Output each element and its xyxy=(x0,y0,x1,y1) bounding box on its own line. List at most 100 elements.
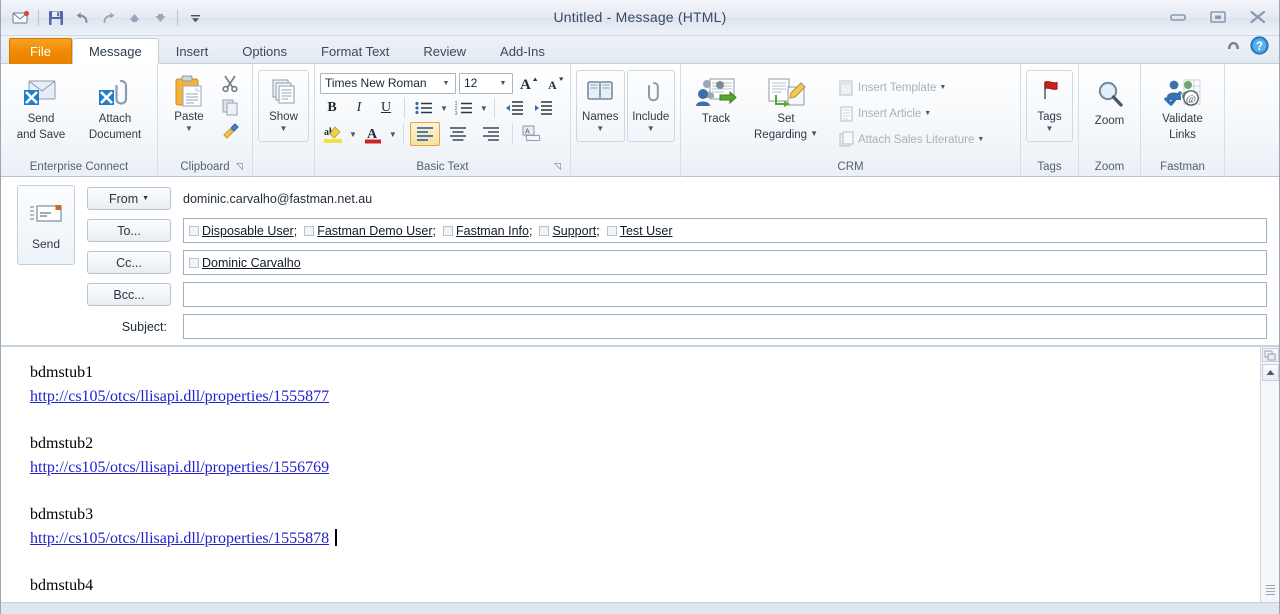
to-recipient-0[interactable]: Disposable User ; xyxy=(189,224,304,238)
numbering-button[interactable]: 123 xyxy=(451,97,477,119)
send-receive-icon[interactable] xyxy=(9,6,33,30)
undo-icon[interactable] xyxy=(70,6,94,30)
insert-article-item[interactable]: Insert Article ▼ xyxy=(834,103,988,124)
zoom-button[interactable]: Zoom xyxy=(1084,74,1135,129)
to-input[interactable]: Disposable User ; Fastman Demo User ; Fa… xyxy=(183,218,1267,243)
text-highlight-caret[interactable]: ▼ xyxy=(349,130,357,139)
cc-button[interactable]: Cc... xyxy=(87,251,171,274)
set-regarding-button[interactable]: Set Regarding ▼ xyxy=(748,72,824,143)
to-button[interactable]: To... xyxy=(87,219,171,242)
text-highlight-button[interactable]: ab xyxy=(320,123,346,145)
font-name-caret[interactable]: ▼ xyxy=(439,80,453,87)
format-painter-button[interactable] xyxy=(217,120,243,142)
include-button[interactable]: Include ▼ xyxy=(626,70,675,142)
next-item-icon[interactable] xyxy=(148,6,172,30)
clipboard-dialog-launcher[interactable]: ◹ xyxy=(234,161,245,172)
attach-sales-literature-item[interactable]: Attach Sales Literature ▼ xyxy=(834,129,988,150)
presence-checkbox xyxy=(304,225,315,236)
insert-template-caret[interactable]: ▼ xyxy=(939,84,946,92)
scrollbar-track[interactable] xyxy=(1262,381,1279,582)
redo-icon[interactable] xyxy=(96,6,120,30)
body-link-2[interactable]: http://cs105/otcs/llisapi.dll/properties… xyxy=(30,530,329,547)
body-vertical-scrollbar[interactable] xyxy=(1260,347,1279,602)
scroll-grip[interactable] xyxy=(1262,582,1279,598)
bullets-caret[interactable]: ▼ xyxy=(440,104,448,113)
to-recipient-1[interactable]: Fastman Demo User ; xyxy=(304,224,443,238)
show-dropdown-caret[interactable]: ▼ xyxy=(280,125,288,133)
tab-options[interactable]: Options xyxy=(225,38,304,64)
bullets-button[interactable] xyxy=(411,97,437,119)
tab-file[interactable]: File xyxy=(9,38,72,64)
paste-dropdown-caret[interactable]: ▼ xyxy=(185,125,193,133)
insert-article-caret[interactable]: ▼ xyxy=(924,110,931,118)
italic-button[interactable]: I xyxy=(347,97,371,119)
track-button[interactable]: Track xyxy=(686,72,746,127)
names-caret[interactable]: ▼ xyxy=(596,125,604,133)
customize-qat-icon[interactable] xyxy=(183,6,207,30)
tab-add-ins[interactable]: Add-Ins xyxy=(483,38,562,64)
to-separator-2: ; xyxy=(528,223,533,238)
cut-button[interactable] xyxy=(217,72,243,94)
scroll-up-button[interactable] xyxy=(1261,364,1279,381)
to-recipient-4[interactable]: Test User xyxy=(606,224,673,238)
tags-caret[interactable]: ▼ xyxy=(1046,125,1054,133)
to-recipient-2[interactable]: Fastman Info ; xyxy=(443,224,539,238)
bcc-input[interactable] xyxy=(183,282,1267,307)
font-color-caret[interactable]: ▼ xyxy=(389,130,397,139)
decrease-indent-button[interactable] xyxy=(501,97,527,119)
cc-recipient-0[interactable]: Dominic Carvalho xyxy=(189,256,301,270)
subject-input[interactable] xyxy=(183,314,1267,339)
font-color-button[interactable]: A xyxy=(360,123,386,145)
clear-formatting-button[interactable]: A xyxy=(519,123,545,145)
send-and-save-button[interactable]: Send and Save xyxy=(6,72,76,143)
minimize-button[interactable] xyxy=(1163,6,1193,28)
bcc-button[interactable]: Bcc... xyxy=(87,283,171,306)
close-button[interactable] xyxy=(1243,6,1273,28)
message-body-area[interactable]: bdmstub1 http://cs105/otcs/llisapi.dll/p… xyxy=(1,346,1279,603)
grow-font-button[interactable]: A xyxy=(516,72,540,94)
increase-indent-button[interactable] xyxy=(530,97,556,119)
underline-button[interactable]: U xyxy=(374,97,398,119)
message-body-content[interactable]: bdmstub1 http://cs105/otcs/llisapi.dll/p… xyxy=(30,361,1279,598)
previous-item-icon[interactable] xyxy=(122,6,146,30)
numbering-caret[interactable]: ▼ xyxy=(480,104,488,113)
bcc-row: Bcc... xyxy=(87,281,1267,308)
tab-insert[interactable]: Insert xyxy=(159,38,226,64)
save-icon[interactable] xyxy=(44,6,68,30)
paste-button[interactable]: Paste ▼ xyxy=(163,70,215,134)
font-name-combo[interactable]: Times New Roman ▼ xyxy=(320,72,456,94)
bold-button[interactable]: B xyxy=(320,97,344,119)
include-caret[interactable]: ▼ xyxy=(647,125,655,133)
font-size-caret[interactable]: ▼ xyxy=(496,80,510,87)
attach-document-label-2: Document xyxy=(88,129,142,141)
font-size-combo[interactable]: 12 ▼ xyxy=(459,72,513,94)
insert-template-item[interactable]: Insert Template ▼ xyxy=(834,77,988,98)
validate-links-button[interactable]: @ Validate Links xyxy=(1147,72,1219,143)
restore-button[interactable] xyxy=(1203,6,1233,28)
copy-button[interactable] xyxy=(217,96,243,118)
tab-review[interactable]: Review xyxy=(406,38,483,64)
from-button[interactable]: From ▼ xyxy=(87,187,171,210)
set-regarding-caret[interactable]: ▼ xyxy=(810,130,818,138)
help-icon[interactable]: ? xyxy=(1250,36,1269,60)
body-link-0[interactable]: http://cs105/otcs/llisapi.dll/properties… xyxy=(30,388,329,405)
attach-sales-literature-caret[interactable]: ▼ xyxy=(977,136,984,144)
align-right-button[interactable] xyxy=(476,122,506,146)
tags-button[interactable]: Tags ▼ xyxy=(1026,70,1073,142)
split-window-handle[interactable] xyxy=(1261,348,1279,362)
from-caret[interactable]: ▼ xyxy=(142,195,149,202)
tab-message[interactable]: Message xyxy=(71,38,159,64)
cc-input[interactable]: Dominic Carvalho xyxy=(183,250,1267,275)
shrink-font-button[interactable]: A xyxy=(543,72,567,94)
to-recipient-3[interactable]: Support ; xyxy=(539,224,606,238)
send-button[interactable]: Send xyxy=(17,185,75,265)
collapse-ribbon-icon[interactable] xyxy=(1225,38,1242,59)
show-button[interactable]: Show ▼ xyxy=(258,70,309,142)
attach-document-button[interactable]: Attach Document xyxy=(78,72,152,143)
basic-text-dialog-launcher[interactable]: ◹ xyxy=(552,161,563,172)
tab-format-text[interactable]: Format Text xyxy=(304,38,406,64)
body-link-1[interactable]: http://cs105/otcs/llisapi.dll/properties… xyxy=(30,459,329,476)
names-button[interactable]: Names ▼ xyxy=(576,70,625,142)
align-left-button[interactable] xyxy=(409,122,440,146)
align-center-button[interactable] xyxy=(443,122,473,146)
